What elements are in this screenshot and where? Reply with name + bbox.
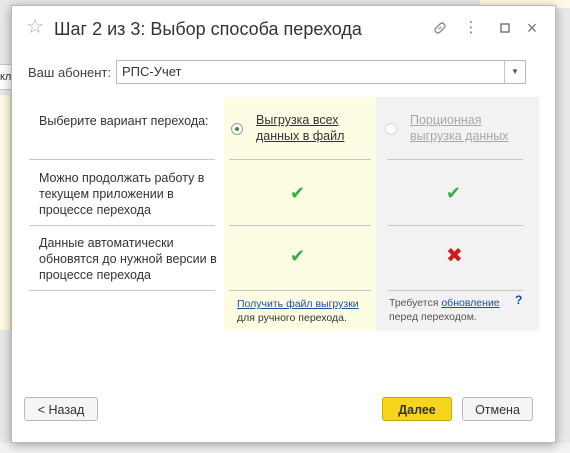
- option-b-footer: Требуется обновление перед переходом.: [389, 296, 519, 324]
- row-divider: [29, 225, 215, 226]
- next-button[interactable]: Далее: [382, 397, 452, 421]
- cancel-button[interactable]: Отмена: [462, 397, 533, 421]
- check-icon: ✔: [446, 183, 462, 203]
- title-bar: ☆ Шаг 2 из 3: Выбор способа перехода ⋮ ×: [12, 6, 555, 50]
- row-label-choose: Выберите вариант перехода:: [39, 114, 209, 128]
- update-link[interactable]: обновление: [441, 297, 499, 309]
- row-divider: [229, 290, 371, 291]
- dialog-title: Шаг 2 из 3: Выбор способа перехода: [54, 19, 362, 39]
- get-export-file-link[interactable]: Получить файл выгрузки: [237, 298, 359, 310]
- subscriber-value[interactable]: РПС-Учет: [122, 64, 182, 79]
- option-a-footer-text: для ручного перехода.: [237, 312, 347, 324]
- option-b-footer-prefix: Требуется: [389, 297, 442, 309]
- row-divider: [387, 225, 523, 226]
- cross-icon: ✖: [446, 245, 463, 267]
- check-icon: ✔: [290, 246, 306, 266]
- help-icon[interactable]: ?: [515, 293, 522, 307]
- check-icon: ✔: [290, 183, 306, 203]
- chevron-down-icon[interactable]: ▼: [504, 61, 525, 83]
- row-divider: [229, 225, 371, 226]
- row-divider: [229, 159, 371, 160]
- option-b-footer-text: перед переходом.: [389, 311, 477, 323]
- option-b-radio[interactable]: [385, 123, 397, 135]
- subscriber-select[interactable]: РПС-Учет ▼: [116, 60, 526, 84]
- option-a-radio[interactable]: [231, 123, 243, 135]
- background-field-text: кл: [0, 71, 12, 83]
- more-icon[interactable]: ⋮: [461, 18, 481, 38]
- option-a-footer: Получить файл выгрузки для ручного перех…: [237, 297, 372, 325]
- row-label-continue-work: Можно продолжать работу в текущем прилож…: [39, 171, 205, 217]
- background-bottom: [0, 443, 570, 453]
- back-button[interactable]: < Назад: [24, 397, 98, 421]
- row-divider: [29, 159, 215, 160]
- link-icon[interactable]: [430, 18, 450, 38]
- row-divider: [29, 290, 215, 291]
- option-a-label[interactable]: Выгрузка всех данных в файл: [256, 112, 366, 144]
- star-icon[interactable]: ☆: [26, 17, 44, 37]
- row-divider: [387, 290, 523, 291]
- close-icon[interactable]: ×: [522, 18, 542, 38]
- background-panel: [0, 95, 11, 330]
- transition-dialog: ☆ Шаг 2 из 3: Выбор способа перехода ⋮ ×…: [11, 5, 556, 443]
- row-label-auto-update: Данные автоматически обновятся до нужной…: [39, 236, 217, 282]
- row-divider: [387, 159, 523, 160]
- subscriber-label: Ваш абонент:: [28, 65, 112, 80]
- option-b-label[interactable]: Порционная выгрузка данных: [410, 112, 530, 144]
- maximize-icon[interactable]: [495, 18, 515, 38]
